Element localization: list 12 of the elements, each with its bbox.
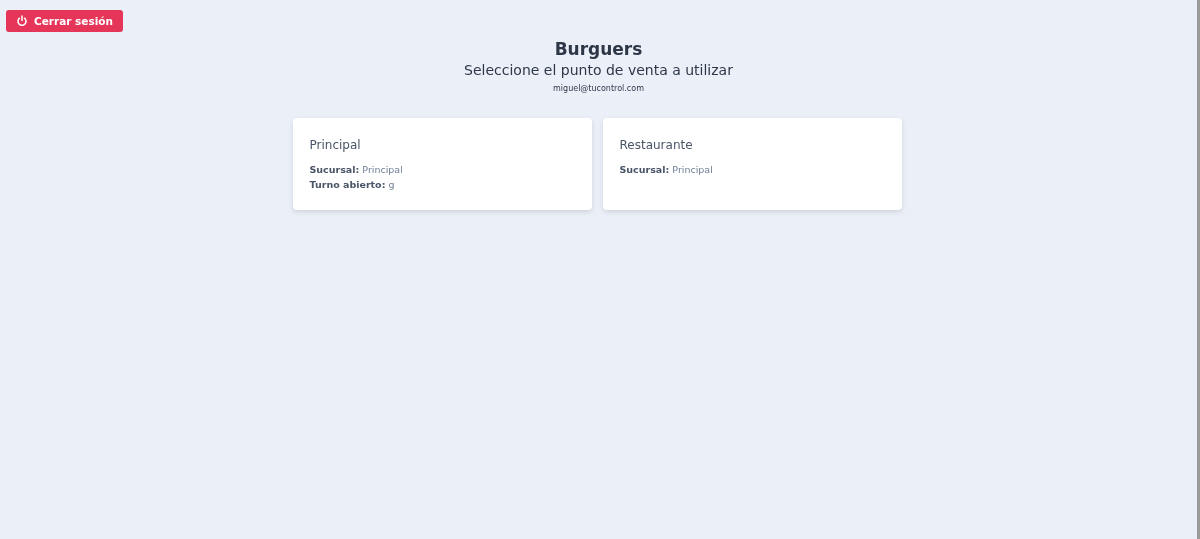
point-of-sale-card[interactable]: Restaurante Sucursal: Principal (602, 118, 902, 210)
page-subtitle: Seleccione el punto de venta a utilizar (463, 61, 734, 80)
user-email: miguel@tucontrol.com (552, 84, 645, 93)
point-of-sale-card[interactable]: Principal Sucursal: Principal Turno abierto: g (292, 118, 592, 210)
logout-button[interactable]: Cerrar sesión (6, 10, 123, 32)
power-icon (16, 15, 28, 27)
card-title: Principal (309, 138, 362, 152)
page-title: Burguers (553, 38, 644, 60)
card-field: Sucursal: Principal (619, 162, 885, 177)
card-title: Restaurante (619, 138, 694, 152)
card-field: Sucursal: Principal (309, 162, 575, 177)
card-field: Turno abierto: g (309, 177, 575, 192)
